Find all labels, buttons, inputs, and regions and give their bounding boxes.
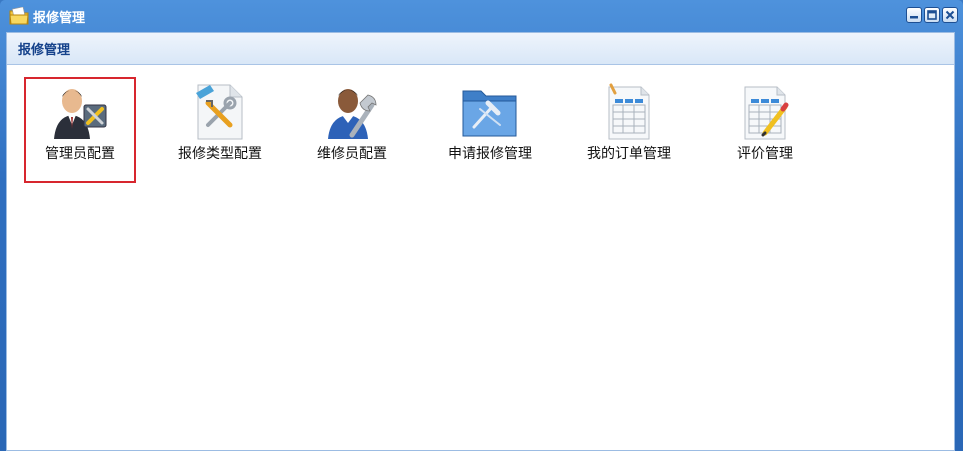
close-icon [945,10,955,20]
app-label: 维修员配置 [317,146,387,162]
panel-header: 报修管理 [7,33,954,65]
repairman-icon [328,89,377,139]
window-controls [906,7,958,23]
folder-icon [9,7,29,25]
window-titlebar[interactable]: 报修管理 [0,0,963,32]
app-label: 管理员配置 [45,146,115,162]
app-label: 申请报修管理 [448,146,532,162]
app-label: 报修类型配置 [178,146,262,162]
app-repairman-config[interactable]: 维修员配置 [296,77,408,183]
blue-folder-icon [462,90,517,137]
admin-config-icon [54,89,107,139]
app-label: 我的订单管理 [587,146,671,162]
maximize-icon [927,10,937,20]
spreadsheet-edit-icon [744,86,789,140]
app-repair-type-config[interactable]: 报修类型配置 [164,77,276,183]
app-repair-request-management[interactable]: 申请报修管理 [434,77,546,183]
maximize-button[interactable] [924,7,940,23]
app-my-orders-management[interactable]: 我的订单管理 [573,77,685,183]
minimize-icon [910,16,918,19]
app-admin-config[interactable]: 管理员配置 [24,77,136,183]
close-button[interactable] [942,7,958,23]
tools-icon [196,84,243,140]
spreadsheet-icon [608,83,650,140]
app-window: 报修管理 报修管理 管理员配置 报修类型配置 维修员配置 申请报修管理 我的订单… [0,0,963,451]
window-title: 报修管理 [33,10,86,26]
window-content: 报修管理 管理员配置 报修类型配置 维修员配置 申请报修管理 我的订单管理 评价… [6,32,955,451]
app-evaluation-management[interactable]: 评价管理 [709,77,821,183]
minimize-button[interactable] [906,7,922,23]
panel-title: 报修管理 [18,43,71,58]
app-label: 评价管理 [737,146,793,162]
